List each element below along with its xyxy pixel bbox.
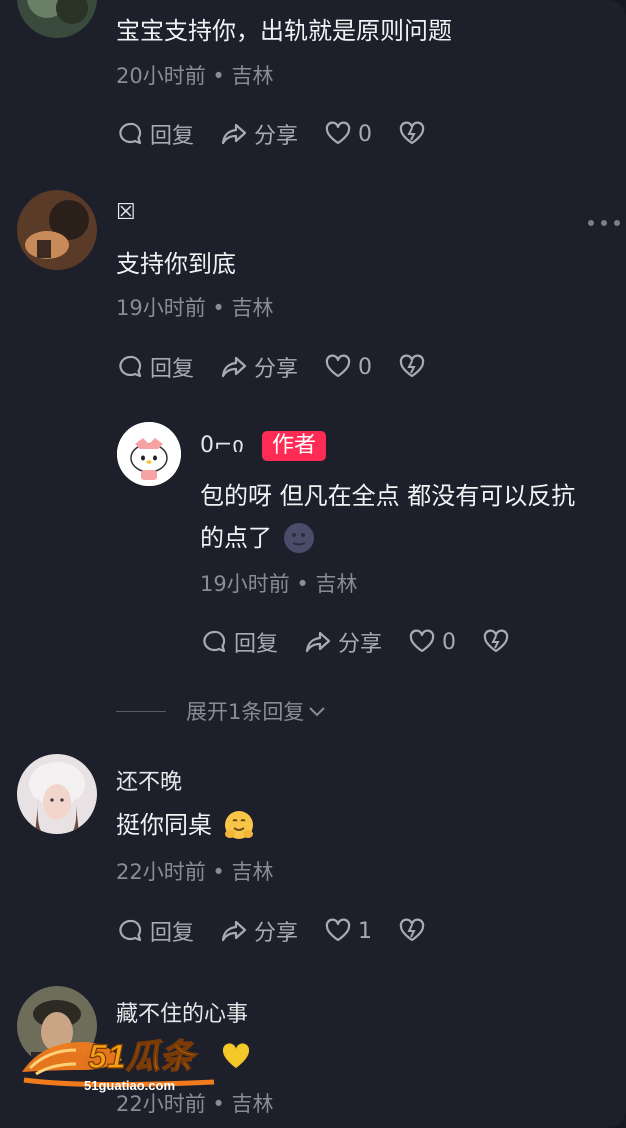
reply-button[interactable]: 回复: [116, 915, 194, 947]
dislike-button[interactable]: [398, 917, 432, 945]
share-button[interactable]: 分享: [220, 915, 298, 947]
author-badge: 作者: [262, 431, 327, 461]
avatar[interactable]: [17, 0, 97, 38]
username[interactable]: 还不晚: [116, 764, 182, 796]
more-icon-dot: [601, 220, 607, 226]
share-label: 分享: [254, 357, 299, 382]
comment-text-line2: 的点了: [200, 516, 316, 560]
like-button[interactable]: 0: [324, 353, 372, 381]
expand-replies-button[interactable]: 展开1条回复: [116, 696, 328, 726]
comment-actions: 回复 分享 0: [200, 622, 516, 662]
heart-icon: [325, 354, 351, 378]
username[interactable]: 0⌐ი: [200, 433, 244, 458]
like-button[interactable]: 0: [408, 628, 456, 656]
comment-actions: 回复 分享 1: [116, 911, 432, 951]
reply-button[interactable]: 回复: [116, 351, 194, 383]
heart-icon: [325, 121, 351, 145]
broken-heart-icon: [399, 354, 425, 378]
expand-replies-label: 展开1条回复: [186, 700, 305, 724]
reply-button[interactable]: 回复: [116, 118, 194, 150]
more-icon-dot: [614, 220, 620, 226]
broken-heart-icon: [399, 918, 425, 942]
heart-icon: [325, 918, 351, 942]
share-icon: [221, 920, 247, 942]
comment-text: 宝宝支持你，出轨就是原则问题: [116, 17, 452, 45]
share-label: 分享: [338, 632, 383, 657]
dislike-button[interactable]: [398, 120, 432, 148]
comment-panel: 宝宝支持你，出轨就是原则问题 20小时前 • 吉林 回复 分享 0 ☒ 支持你到…: [0, 0, 626, 1128]
comment-meta: 22小时前 • 吉林: [116, 860, 274, 884]
dislike-button[interactable]: [482, 628, 516, 656]
like-count: 1: [358, 918, 373, 944]
hugging-face-emoji-icon: [225, 811, 253, 839]
avatar[interactable]: [17, 190, 97, 270]
comment-icon: [119, 122, 142, 145]
comment-text: 挺你同桌: [116, 803, 256, 847]
share-icon: [305, 631, 331, 653]
comment-text-line2-label: 的点了: [200, 524, 272, 552]
like-count: 0: [442, 629, 457, 655]
comment-text-label: 挺你同桌: [116, 811, 212, 839]
like-count: 0: [358, 121, 373, 147]
reply-label: 回复: [150, 124, 195, 149]
heart-icon: [409, 629, 435, 653]
share-button[interactable]: 分享: [220, 118, 298, 150]
avatar[interactable]: [117, 422, 181, 486]
broken-heart-icon: [483, 629, 509, 653]
reply-button[interactable]: 回复: [200, 626, 278, 658]
comment-icon: [119, 355, 142, 378]
like-count: 0: [358, 354, 373, 380]
reply-label: 回复: [150, 357, 195, 382]
reply-label: 回复: [234, 632, 279, 657]
comment-meta: 19小时前 • 吉林: [116, 296, 274, 320]
comment-actions: 回复 分享 0: [116, 347, 432, 387]
watermark-brand: 51瓜条: [88, 1038, 198, 1076]
comment-meta: 20小时前 • 吉林: [116, 64, 274, 88]
more-icon: [588, 220, 594, 226]
comment-text-line1: 包的呀 但凡在全点 都没有可以反抗: [200, 482, 576, 510]
share-label: 分享: [254, 921, 299, 946]
comment-actions: 回复 分享 0: [116, 114, 432, 154]
share-label: 分享: [254, 124, 299, 149]
share-button[interactable]: 分享: [220, 351, 298, 383]
comment-text: 支持你到底: [116, 250, 236, 278]
broken-heart-icon: [399, 121, 425, 145]
more-options-button[interactable]: [588, 218, 620, 228]
watermark-logo: 51瓜条 51guatiao.com: [22, 1037, 215, 1093]
username[interactable]: ☒: [116, 200, 136, 225]
username[interactable]: 藏不住的心事: [116, 996, 248, 1028]
share-icon: [221, 123, 247, 145]
like-button[interactable]: 0: [324, 120, 372, 148]
watermark-site: 51guatiao.com: [84, 1078, 175, 1093]
comment-meta: 19小时前 • 吉林: [200, 572, 358, 596]
like-button[interactable]: 1: [324, 917, 372, 945]
share-icon: [221, 356, 247, 378]
comment-icon: [203, 630, 226, 653]
comment-icon: [119, 919, 142, 942]
share-button[interactable]: 分享: [304, 626, 382, 658]
dislike-button[interactable]: [398, 353, 432, 381]
reply-label: 回复: [150, 921, 195, 946]
chevron-down-icon: [309, 707, 326, 717]
dark-moon-emoji-icon: [284, 523, 314, 553]
avatar[interactable]: [17, 754, 97, 834]
divider-line: [116, 710, 166, 712]
